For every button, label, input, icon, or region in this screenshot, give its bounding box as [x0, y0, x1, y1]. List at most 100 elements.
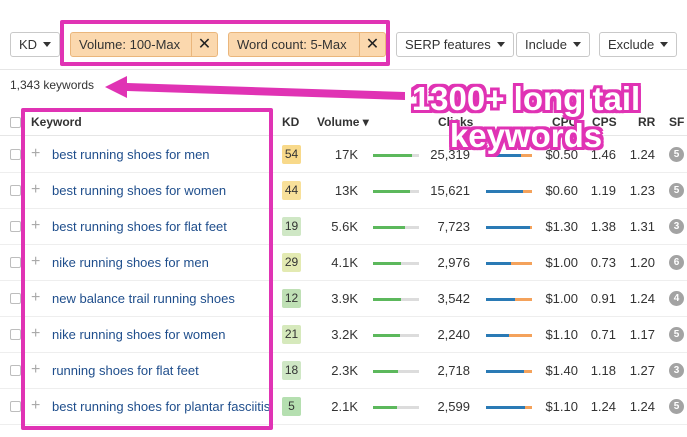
kd-badge: 21 — [282, 325, 301, 344]
rr-value: 1.27 — [629, 363, 655, 378]
rr-value: 1.24 — [629, 291, 655, 306]
clicks-bar — [486, 190, 532, 193]
serp-features-count[interactable]: 5 — [669, 399, 684, 414]
chevron-down-icon — [43, 42, 52, 47]
serp-features-count[interactable]: 5 — [669, 327, 684, 342]
serp-features-count[interactable]: 4 — [669, 291, 684, 306]
volume-value: 17K — [334, 147, 358, 162]
volume-bar — [373, 154, 419, 157]
clicks-bar-fill — [486, 226, 530, 229]
row-checkbox[interactable] — [10, 149, 21, 160]
serp-features-count[interactable]: 5 — [669, 147, 684, 162]
clicks-bar — [486, 406, 532, 409]
clicks-bar-fill — [486, 334, 509, 337]
keywords-highlight-box — [21, 108, 273, 430]
volume-bar-fill — [373, 190, 410, 193]
rr-value: 1.17 — [629, 327, 655, 342]
clicks-value: 2,976 — [437, 255, 470, 270]
clicks-value: 3,542 — [437, 291, 470, 306]
kd-badge: 54 — [282, 145, 301, 164]
cpc-value: $1.00 — [545, 291, 578, 306]
volume-bar-fill — [373, 226, 406, 229]
row-checkbox[interactable] — [10, 401, 21, 412]
cps-value: 0.73 — [590, 255, 616, 270]
volume-value: 3.2K — [331, 327, 358, 342]
cpc-value: $0.60 — [545, 183, 578, 198]
keyword-count: 1,343 keywords — [10, 78, 95, 92]
rr-value: 1.31 — [629, 219, 655, 234]
rr-value: 1.20 — [629, 255, 655, 270]
callout-line-1: 1300+ long tail — [411, 80, 641, 117]
rr-value: 1.24 — [629, 399, 655, 414]
chevron-down-icon — [660, 42, 669, 47]
cps-value: 0.91 — [590, 291, 616, 306]
kd-filter-button[interactable]: KD — [10, 32, 61, 57]
cpc-value: $1.00 — [545, 255, 578, 270]
clicks-bar — [486, 370, 532, 373]
volume-bar — [373, 406, 419, 409]
clicks-value: 2,718 — [437, 363, 470, 378]
exclude-label: Exclude — [608, 37, 655, 52]
include-button[interactable]: Include — [516, 32, 590, 57]
clicks-value: 2,599 — [437, 399, 470, 414]
serp-features-count[interactable]: 5 — [669, 183, 684, 198]
clicks-bar — [486, 298, 532, 301]
row-checkbox[interactable] — [10, 365, 21, 376]
serp-features-button[interactable]: SERP features — [396, 32, 514, 57]
serp-features-count[interactable]: 3 — [669, 363, 684, 378]
volume-value: 2.3K — [331, 363, 358, 378]
volume-value: 4.1K — [331, 255, 358, 270]
serp-features-count[interactable]: 3 — [669, 219, 684, 234]
rr-value: 1.23 — [629, 183, 655, 198]
chevron-down-icon — [496, 42, 505, 47]
clicks-bar-fill — [486, 370, 524, 373]
volume-value: 5.6K — [331, 219, 358, 234]
chevron-down-icon — [572, 42, 581, 47]
kd-badge: 12 — [282, 289, 301, 308]
volume-bar — [373, 334, 419, 337]
clicks-bar-fill — [486, 262, 512, 265]
cps-value: 1.24 — [590, 399, 616, 414]
volume-bar — [373, 190, 419, 193]
header-kd[interactable]: KD — [282, 115, 299, 129]
kd-badge: 18 — [282, 361, 301, 380]
volume-value: 3.9K — [331, 291, 358, 306]
clicks-bar — [486, 154, 532, 157]
cps-value: 0.71 — [590, 327, 616, 342]
clicks-bar — [486, 262, 532, 265]
volume-value: 2.1K — [331, 399, 358, 414]
row-checkbox[interactable] — [10, 221, 21, 232]
arrow-left-icon — [105, 76, 405, 100]
cpc-value: $1.30 — [545, 219, 578, 234]
serp-features-count[interactable]: 6 — [669, 255, 684, 270]
row-checkbox[interactable] — [10, 257, 21, 268]
clicks-bar-fill — [486, 154, 521, 157]
clicks-value: 15,621 — [430, 183, 470, 198]
volume-bar-fill — [373, 298, 401, 301]
annotation-callout: 1300+ long tail keywords — [395, 80, 657, 154]
include-label: Include — [525, 37, 567, 52]
volume-bar — [373, 370, 419, 373]
clicks-bar-fill — [486, 190, 523, 193]
clicks-bar-fill — [486, 406, 526, 409]
volume-bar — [373, 298, 419, 301]
row-checkbox[interactable] — [10, 293, 21, 304]
row-checkbox[interactable] — [10, 329, 21, 340]
clicks-value: 2,240 — [437, 327, 470, 342]
volume-bar — [373, 262, 419, 265]
serp-features-label: SERP features — [405, 37, 491, 52]
cpc-value: $1.10 — [545, 327, 578, 342]
header-volume[interactable]: Volume ▾ — [317, 115, 369, 129]
header-sf[interactable]: SF — [669, 115, 684, 129]
kd-badge: 29 — [282, 253, 301, 272]
select-all-checkbox[interactable] — [10, 117, 21, 128]
cpc-value: $1.10 — [545, 399, 578, 414]
clicks-bar — [486, 334, 532, 337]
kd-filter-label: KD — [19, 37, 38, 52]
clicks-bar-fill — [486, 298, 515, 301]
exclude-button[interactable]: Exclude — [599, 32, 678, 57]
volume-bar-fill — [373, 262, 401, 265]
row-checkbox[interactable] — [10, 185, 21, 196]
clicks-value: 7,723 — [437, 219, 470, 234]
filters-highlight-box — [60, 20, 390, 66]
